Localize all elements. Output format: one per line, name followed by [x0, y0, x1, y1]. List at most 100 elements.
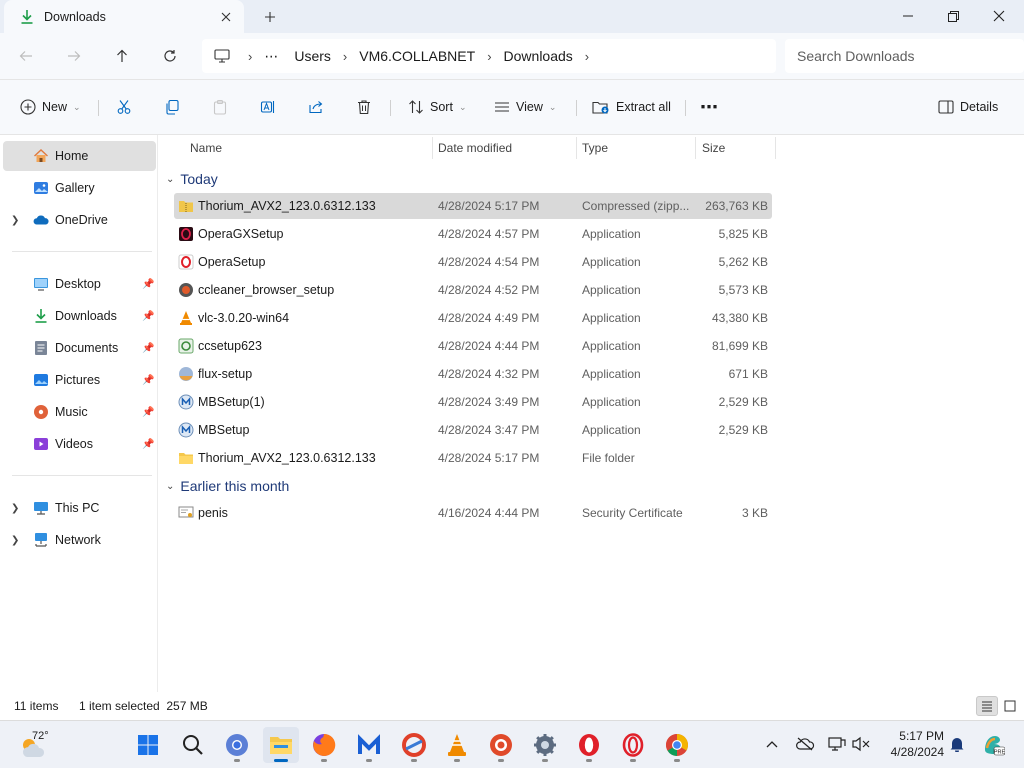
back-button[interactable]	[10, 41, 42, 71]
taskbar-firefox[interactable]	[306, 727, 342, 763]
taskbar-file-explorer[interactable]	[263, 727, 299, 763]
column-divider[interactable]	[775, 137, 776, 159]
column-header-date[interactable]: Date modified	[438, 135, 512, 161]
delete-button[interactable]	[356, 92, 372, 122]
restore-button[interactable]	[930, 0, 976, 32]
sidebar-item-this-pc[interactable]: ❯ This PC	[3, 493, 156, 523]
close-tab-icon[interactable]	[212, 3, 240, 31]
forward-button[interactable]	[58, 41, 90, 71]
taskbar-opera-gx[interactable]	[615, 727, 651, 763]
refresh-button[interactable]	[154, 41, 186, 71]
taskbar-settings[interactable]	[527, 727, 563, 763]
sidebar-item-desktop[interactable]: Desktop 📌	[3, 269, 156, 299]
pin-icon[interactable]: 📌	[142, 343, 154, 354]
display-icon[interactable]	[826, 733, 848, 755]
details-view-button[interactable]	[976, 696, 998, 716]
file-row[interactable]: Thorium_AVX2_123.0.6312.133 4/28/2024 5:…	[174, 193, 772, 219]
start-button[interactable]	[130, 727, 166, 763]
rename-button[interactable]	[260, 92, 276, 122]
file-row[interactable]: Thorium_AVX2_123.0.6312.133 4/28/2024 5:…	[174, 445, 772, 471]
copilot-icon[interactable]: PRE	[980, 731, 1006, 757]
monitor-icon[interactable]	[214, 49, 230, 63]
share-button[interactable]	[308, 92, 324, 122]
file-row[interactable]: OperaSetup 4/28/2024 4:54 PM Application…	[174, 249, 772, 275]
minimize-button[interactable]	[885, 0, 931, 32]
clock[interactable]: 5:17 PM 4/28/2024	[878, 728, 944, 760]
chevron-right-icon[interactable]: ❯	[11, 503, 19, 514]
taskbar-ccleaner-browser[interactable]	[483, 727, 519, 763]
tab-downloads[interactable]: Downloads	[4, 0, 244, 33]
up-button[interactable]	[106, 41, 138, 71]
more-options-button[interactable]: ⋯	[700, 92, 718, 122]
sidebar-item-home[interactable]: Home	[3, 141, 156, 171]
search-input[interactable]	[797, 48, 997, 64]
address-bar[interactable]: › ⋯ Users › VM6.COLLABNET › Downloads ›	[202, 39, 776, 73]
sidebar-item-documents[interactable]: Documents 📌	[3, 333, 156, 363]
paste-button[interactable]	[212, 92, 228, 122]
column-header-type[interactable]: Type	[582, 135, 608, 161]
chevron-right-icon[interactable]: ›	[339, 49, 351, 64]
breadcrumb-vm6-collabnet[interactable]: VM6.COLLABNET	[351, 48, 483, 64]
sidebar-item-videos[interactable]: Videos 📌	[3, 429, 156, 459]
taskbar-malwarebytes[interactable]	[351, 727, 387, 763]
file-row[interactable]: flux-setup 4/28/2024 4:32 PM Application…	[174, 361, 772, 387]
sidebar-item-network[interactable]: ❯ Network	[3, 525, 156, 555]
weather-widget[interactable]: 72°	[16, 727, 56, 763]
notification-bell-icon[interactable]	[946, 733, 968, 755]
new-tab-button[interactable]	[256, 3, 284, 31]
sidebar-item-onedrive[interactable]: ❯ OneDrive	[3, 205, 156, 235]
search-box[interactable]	[785, 39, 1024, 73]
taskbar-chrome[interactable]	[659, 727, 695, 763]
sidebar-item-downloads[interactable]: Downloads 📌	[3, 301, 156, 331]
column-header-name[interactable]: Name	[190, 135, 222, 161]
sidebar-item-pictures[interactable]: Pictures 📌	[3, 365, 156, 395]
sort-button[interactable]: Sort ⌄	[408, 92, 466, 122]
onedrive-offline-icon[interactable]	[794, 733, 816, 755]
volume-icon[interactable]	[850, 733, 872, 755]
group-header-today[interactable]: ⌄ Today	[166, 167, 218, 191]
file-row[interactable]: MBSetup 4/28/2024 3:47 PM Application 2,…	[174, 417, 772, 443]
details-button[interactable]: Details	[938, 92, 998, 122]
new-button[interactable]: New ⌄	[20, 92, 81, 122]
sidebar-item-music[interactable]: Music 📌	[3, 397, 156, 427]
file-row[interactable]: vlc-3.0.20-win64 4/28/2024 4:49 PM Appli…	[174, 305, 772, 331]
sidebar-item-gallery[interactable]: Gallery	[3, 173, 156, 203]
file-name: OperaSetup	[198, 255, 266, 269]
file-size: 43,380 KB	[711, 311, 768, 325]
large-icons-view-button[interactable]	[999, 696, 1021, 716]
breadcrumb-overflow[interactable]: ⋯	[256, 48, 286, 65]
pin-icon[interactable]: 📌	[142, 279, 154, 290]
chevron-right-icon[interactable]: ❯	[11, 535, 19, 546]
column-divider[interactable]	[576, 137, 577, 159]
chevron-up-icon[interactable]	[761, 733, 783, 755]
running-indicator	[411, 759, 417, 762]
file-row[interactable]: penis 4/16/2024 4:44 PM Security Certifi…	[174, 500, 772, 526]
close-window-button[interactable]	[976, 0, 1022, 32]
pin-icon[interactable]: 📌	[142, 311, 154, 322]
file-row[interactable]: ccsetup623 4/28/2024 4:44 PM Application…	[174, 333, 772, 359]
view-button[interactable]: View ⌄	[494, 92, 556, 122]
taskbar-search-button[interactable]	[175, 727, 211, 763]
chevron-right-icon[interactable]: ›	[581, 49, 593, 64]
pin-icon[interactable]: 📌	[142, 407, 154, 418]
column-divider[interactable]	[432, 137, 433, 159]
chevron-right-icon[interactable]: ❯	[11, 215, 19, 226]
pin-icon[interactable]: 📌	[142, 439, 154, 450]
copy-button[interactable]	[164, 92, 180, 122]
pin-icon[interactable]: 📌	[142, 375, 154, 386]
taskbar-vlc[interactable]	[439, 727, 475, 763]
extract-all-button[interactable]: Extract all	[592, 92, 671, 122]
column-divider[interactable]	[695, 137, 696, 159]
file-row[interactable]: OperaGXSetup 4/28/2024 4:57 PM Applicati…	[174, 221, 772, 247]
file-row[interactable]: MBSetup(1) 4/28/2024 3:49 PM Application…	[174, 389, 772, 415]
taskbar-opera[interactable]	[571, 727, 607, 763]
breadcrumb-downloads[interactable]: Downloads	[496, 48, 581, 64]
chevron-right-icon[interactable]: ›	[483, 49, 495, 64]
breadcrumb-users[interactable]: Users	[286, 48, 339, 64]
file-row[interactable]: ccleaner_browser_setup 4/28/2024 4:52 PM…	[174, 277, 772, 303]
column-header-size[interactable]: Size	[702, 135, 725, 161]
cut-button[interactable]	[116, 92, 132, 122]
taskbar-chrome-alt[interactable]	[219, 727, 255, 763]
group-header-earlier-this-month[interactable]: ⌄ Earlier this month	[166, 474, 289, 498]
taskbar-ccleaner[interactable]	[396, 727, 432, 763]
